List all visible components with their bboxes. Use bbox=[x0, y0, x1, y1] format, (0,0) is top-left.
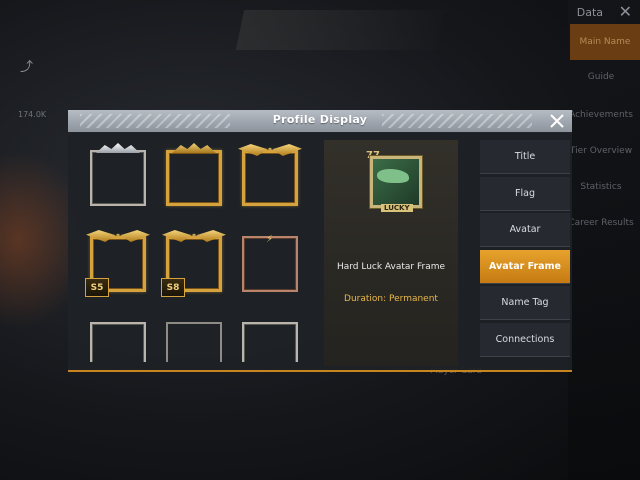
frame-grid: S5 S8 ⚡ bbox=[82, 142, 312, 362]
tab-flag[interactable]: Flag bbox=[480, 177, 570, 211]
tab-avatar-frame[interactable]: Avatar Frame bbox=[480, 250, 570, 284]
tab-name-tag[interactable]: Name Tag bbox=[480, 286, 570, 320]
background-tab-career-results[interactable]: Career Results bbox=[568, 218, 634, 228]
tab-title[interactable]: Title bbox=[480, 140, 570, 174]
frame-item[interactable] bbox=[90, 143, 146, 206]
frame-item[interactable] bbox=[238, 144, 302, 206]
frame-item[interactable]: S5 bbox=[85, 230, 150, 297]
crown-ornament-icon bbox=[96, 143, 140, 153]
frame-item[interactable]: S8 bbox=[161, 230, 226, 297]
crocodile-icon bbox=[377, 169, 409, 183]
share-icon[interactable]: ⤴ bbox=[20, 56, 34, 75]
frame-item[interactable] bbox=[90, 322, 146, 362]
preview-item-name: Hard Luck Avatar Frame bbox=[336, 262, 446, 272]
category-tab-list: Title Flag Avatar Avatar Frame Name Tag … bbox=[480, 140, 570, 366]
preview-frame-image: LUCKY bbox=[370, 156, 422, 212]
background-tab-achievements[interactable]: Achievements bbox=[568, 110, 634, 120]
background-tab-guide[interactable]: Guide bbox=[568, 72, 634, 82]
frame-item[interactable] bbox=[166, 143, 222, 206]
lightning-icon: ⚡ bbox=[266, 234, 274, 245]
lucky-badge: LUCKY bbox=[381, 204, 413, 212]
close-icon bbox=[550, 114, 564, 128]
crown-ornament-icon bbox=[172, 143, 216, 153]
tab-avatar[interactable]: Avatar bbox=[480, 213, 570, 247]
background-data-label: Data bbox=[576, 6, 603, 19]
background-tab-statistics[interactable]: Statistics bbox=[568, 182, 634, 192]
frame-item[interactable]: ⚡ bbox=[242, 234, 298, 292]
dialog-title-bar: Profile Display bbox=[68, 110, 572, 133]
background-banner bbox=[235, 10, 445, 50]
background-close-icon[interactable]: ✕ bbox=[619, 2, 632, 21]
dialog-title: Profile Display bbox=[272, 113, 368, 126]
season-badge: S8 bbox=[161, 278, 185, 297]
frame-preview-panel: 77 LUCKY Hard Luck Avatar Frame Duration… bbox=[324, 140, 458, 366]
profile-display-dialog: Profile Display S5 S8 ⚡ 77 LUCKY Hard Lu… bbox=[68, 110, 572, 372]
frame-item[interactable] bbox=[166, 322, 222, 362]
preview-duration: Duration: Permanent bbox=[344, 294, 438, 304]
season-badge: S5 bbox=[85, 278, 109, 297]
tab-connections[interactable]: Connections bbox=[480, 323, 570, 357]
background-count: 174.0K bbox=[18, 110, 47, 119]
background-tab-tier-overview[interactable]: Tier Overview bbox=[568, 146, 634, 156]
close-button[interactable] bbox=[542, 110, 572, 132]
background-main-tab[interactable]: Main Name bbox=[570, 24, 640, 60]
frame-item[interactable] bbox=[242, 322, 298, 362]
dialog-body: S5 S8 ⚡ 77 LUCKY Hard Luck Avatar Frame … bbox=[68, 132, 572, 372]
